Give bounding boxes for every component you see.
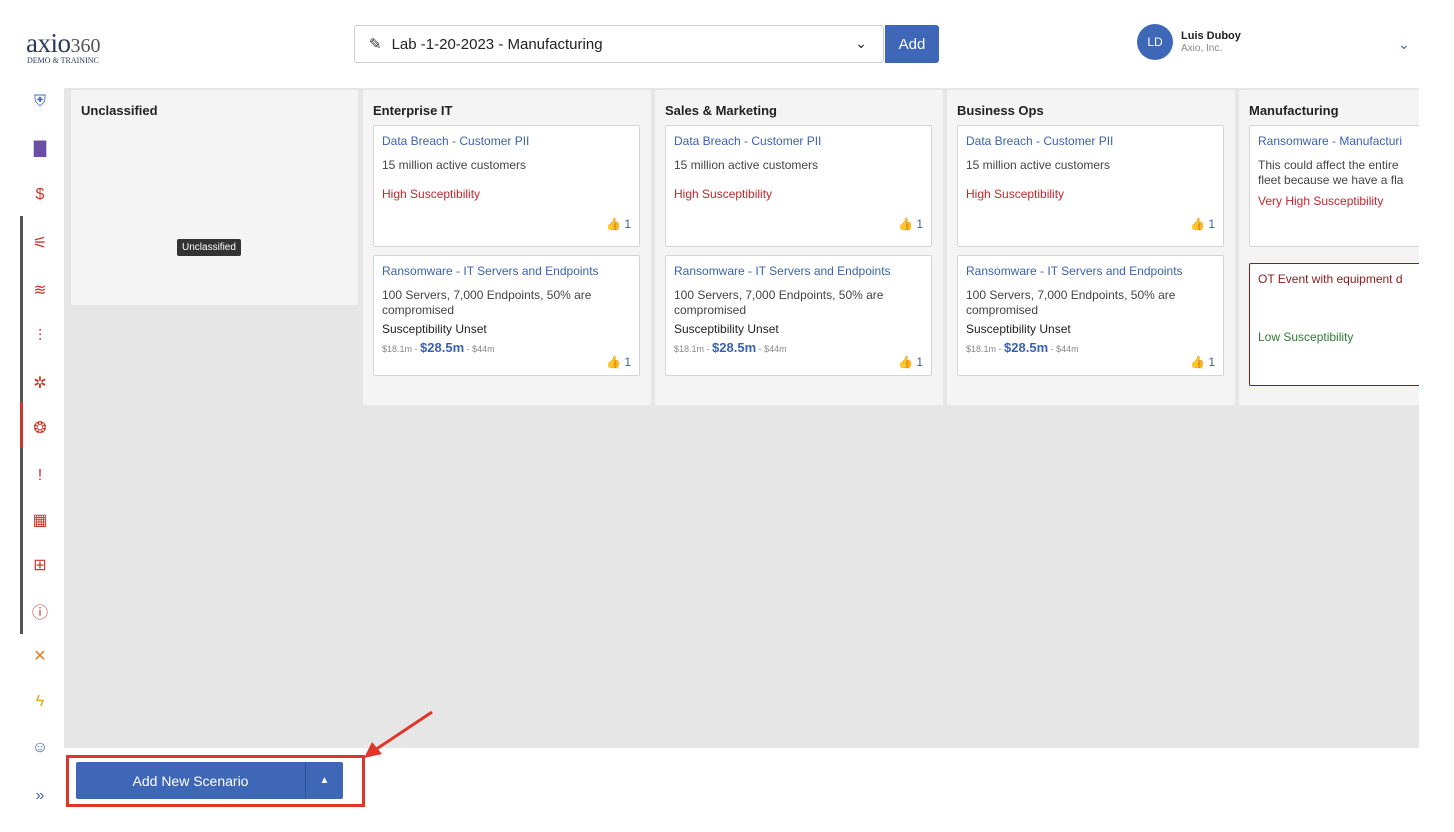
- scenario-board: Unclassified Unclassified Enterprise IT …: [64, 88, 1419, 748]
- thumbs-up-icon[interactable]: 👍: [898, 217, 913, 231]
- scenario-title[interactable]: Ransomware - IT Servers and Endpoints: [966, 264, 1215, 278]
- brain-icon[interactable]: ❂: [26, 414, 54, 442]
- thumbs-up-icon[interactable]: 👍: [1190, 355, 1205, 369]
- user-menu-chevron-icon[interactable]: ⌄: [1398, 36, 1410, 53]
- susceptibility-label: Very High Susceptibility: [1258, 194, 1384, 208]
- top-bar: axio360 DEMO & TRAININC ✎ Lab -1-20-2023…: [0, 0, 1454, 88]
- dollar-icon[interactable]: $: [26, 181, 54, 209]
- map-icon[interactable]: ⊞: [26, 551, 54, 579]
- scenario-title[interactable]: Ransomware - IT Servers and Endpoints: [382, 264, 631, 278]
- scenario-title[interactable]: OT Event with equipment d: [1258, 272, 1419, 286]
- scenario-card[interactable]: Ransomware - IT Servers and Endpoints 10…: [665, 255, 932, 376]
- scenario-description: 100 Servers, 7,000 Endpoints, 50% are co…: [966, 288, 1176, 317]
- annotation-highlight-box: [66, 755, 365, 807]
- susceptibility-label: Susceptibility Unset: [674, 322, 779, 336]
- susceptibility-label: Susceptibility Unset: [966, 322, 1071, 336]
- thumbs-up-icon[interactable]: 👍: [898, 355, 913, 369]
- expand-icon[interactable]: »: [26, 782, 54, 810]
- susceptibility-label: High Susceptibility: [674, 187, 773, 201]
- column-enterprise-it: Enterprise IT Data Breach - Customer PII…: [363, 90, 651, 405]
- loss-range: $18.1m - $28.5m - $44m: [382, 340, 495, 355]
- column-manufacturing: Manufacturing Ransomware - Manufacturi T…: [1239, 90, 1419, 405]
- likes-count[interactable]: 👍 1: [606, 217, 631, 231]
- scenario-title[interactable]: Data Breach - Customer PII: [966, 134, 1215, 148]
- add-assessment-button[interactable]: Add: [885, 25, 939, 63]
- chevron-down-icon[interactable]: ⌄: [855, 35, 867, 52]
- annotation-arrow: [364, 710, 433, 758]
- scenario-card[interactable]: Data Breach - Customer PII 15 million ac…: [665, 125, 932, 247]
- sliders-icon[interactable]: ⚟: [26, 229, 54, 257]
- column-business-ops: Business Ops Data Breach - Customer PII …: [947, 90, 1235, 405]
- thumbs-up-icon[interactable]: 👍: [606, 217, 621, 231]
- scenario-title[interactable]: Data Breach - Customer PII: [382, 134, 631, 148]
- axio-logo[interactable]: axio360 DEMO & TRAININC: [26, 28, 101, 65]
- drop-zone-tooltip: Unclassified: [177, 239, 241, 256]
- scenario-description: 100 Servers, 7,000 Endpoints, 50% are co…: [674, 288, 884, 317]
- pencil-icon[interactable]: ✎: [369, 35, 382, 53]
- user-org: Axio, Inc.: [1181, 42, 1223, 54]
- column-title: Sales & Marketing: [665, 103, 777, 118]
- info-icon[interactable]: ⓘ: [26, 597, 54, 625]
- column-sales-marketing: Sales & Marketing Data Breach - Customer…: [655, 90, 943, 405]
- susceptibility-label: High Susceptibility: [966, 187, 1065, 201]
- loss-range: $18.1m - $28.5m - $44m: [966, 340, 1079, 355]
- assessment-name: Lab -1-20-2023 - Manufacturing: [391, 35, 603, 53]
- likes-count[interactable]: 👍 1: [898, 355, 923, 369]
- user-name: Luis Duboy: [1181, 30, 1241, 43]
- bolt-icon[interactable]: ϟ: [26, 688, 54, 716]
- column-unclassified: Unclassified: [71, 90, 358, 305]
- bug-icon[interactable]: ✲: [26, 369, 54, 397]
- assessment-selector[interactable]: ✎ Lab -1-20-2023 - Manufacturing ⌄: [354, 25, 884, 63]
- scenario-description: 15 million active customers: [674, 158, 819, 172]
- column-title: Enterprise IT: [373, 103, 453, 118]
- avatar[interactable]: LD: [1137, 24, 1173, 60]
- susceptibility-label: High Susceptibility: [382, 187, 481, 201]
- logo-number: 360: [70, 35, 101, 57]
- layers-icon[interactable]: ≋: [26, 276, 54, 304]
- scenario-card[interactable]: Data Breach - Customer PII 15 million ac…: [373, 125, 640, 247]
- scenario-card[interactable]: Ransomware - IT Servers and Endpoints 10…: [957, 255, 1224, 376]
- scenario-description: 15 million active customers: [966, 158, 1111, 172]
- scenario-title[interactable]: Ransomware - Manufacturi: [1258, 134, 1419, 148]
- likes-count[interactable]: 👍 1: [1190, 355, 1215, 369]
- column-title: Manufacturing: [1249, 103, 1339, 118]
- likes-count[interactable]: 👍 1: [1190, 217, 1215, 231]
- scenario-title[interactable]: Ransomware - IT Servers and Endpoints: [674, 264, 923, 278]
- scenario-card[interactable]: OT Event with equipment d Low Susceptibi…: [1249, 263, 1419, 386]
- sidebar: ⛨ ▇ $ ⚟ ≋ ⫶ ✲ ❂! ▦ ⊞ ⓘ ✕ ϟ ☺ »: [0, 88, 64, 832]
- scenario-description: This could affect the entire fleet becau…: [1258, 158, 1404, 187]
- logo-word: axio: [26, 28, 71, 58]
- scenario-description: 100 Servers, 7,000 Endpoints, 50% are co…: [382, 288, 592, 317]
- alert-icon[interactable]: !: [26, 462, 54, 490]
- susceptibility-label: Susceptibility Unset: [382, 322, 487, 336]
- smiley-icon[interactable]: ☺: [26, 734, 54, 762]
- table-icon[interactable]: ▦: [26, 506, 54, 534]
- shield-check-icon[interactable]: ⛨: [26, 88, 54, 116]
- scenario-card[interactable]: Data Breach - Customer PII 15 million ac…: [957, 125, 1224, 247]
- susceptibility-label: Low Susceptibility: [1258, 330, 1354, 344]
- scenario-card[interactable]: Ransomware - Manufacturi This could affe…: [1249, 125, 1419, 247]
- scenario-title[interactable]: Data Breach - Customer PII: [674, 134, 923, 148]
- thumbs-up-icon[interactable]: 👍: [1190, 217, 1205, 231]
- chart-icon[interactable]: ⫶: [26, 323, 54, 351]
- document-icon[interactable]: ▇: [26, 134, 54, 162]
- logo-subtitle: DEMO & TRAININC: [27, 56, 99, 65]
- column-title: Unclassified: [81, 103, 158, 118]
- column-title: Business Ops: [957, 103, 1044, 118]
- sidebar-active-indicator: [20, 402, 23, 448]
- scenario-card[interactable]: Ransomware - IT Servers and Endpoints 10…: [373, 255, 640, 376]
- user-menu[interactable]: LD Luis Duboy Axio, Inc.: [1137, 24, 1241, 60]
- scenario-description: 15 million active customers: [382, 158, 527, 172]
- thumbs-up-icon[interactable]: 👍: [606, 355, 621, 369]
- tools-icon[interactable]: ✕: [26, 642, 54, 670]
- likes-count[interactable]: 👍 1: [606, 355, 631, 369]
- likes-count[interactable]: 👍 1: [898, 217, 923, 231]
- loss-range: $18.1m - $28.5m - $44m: [674, 340, 787, 355]
